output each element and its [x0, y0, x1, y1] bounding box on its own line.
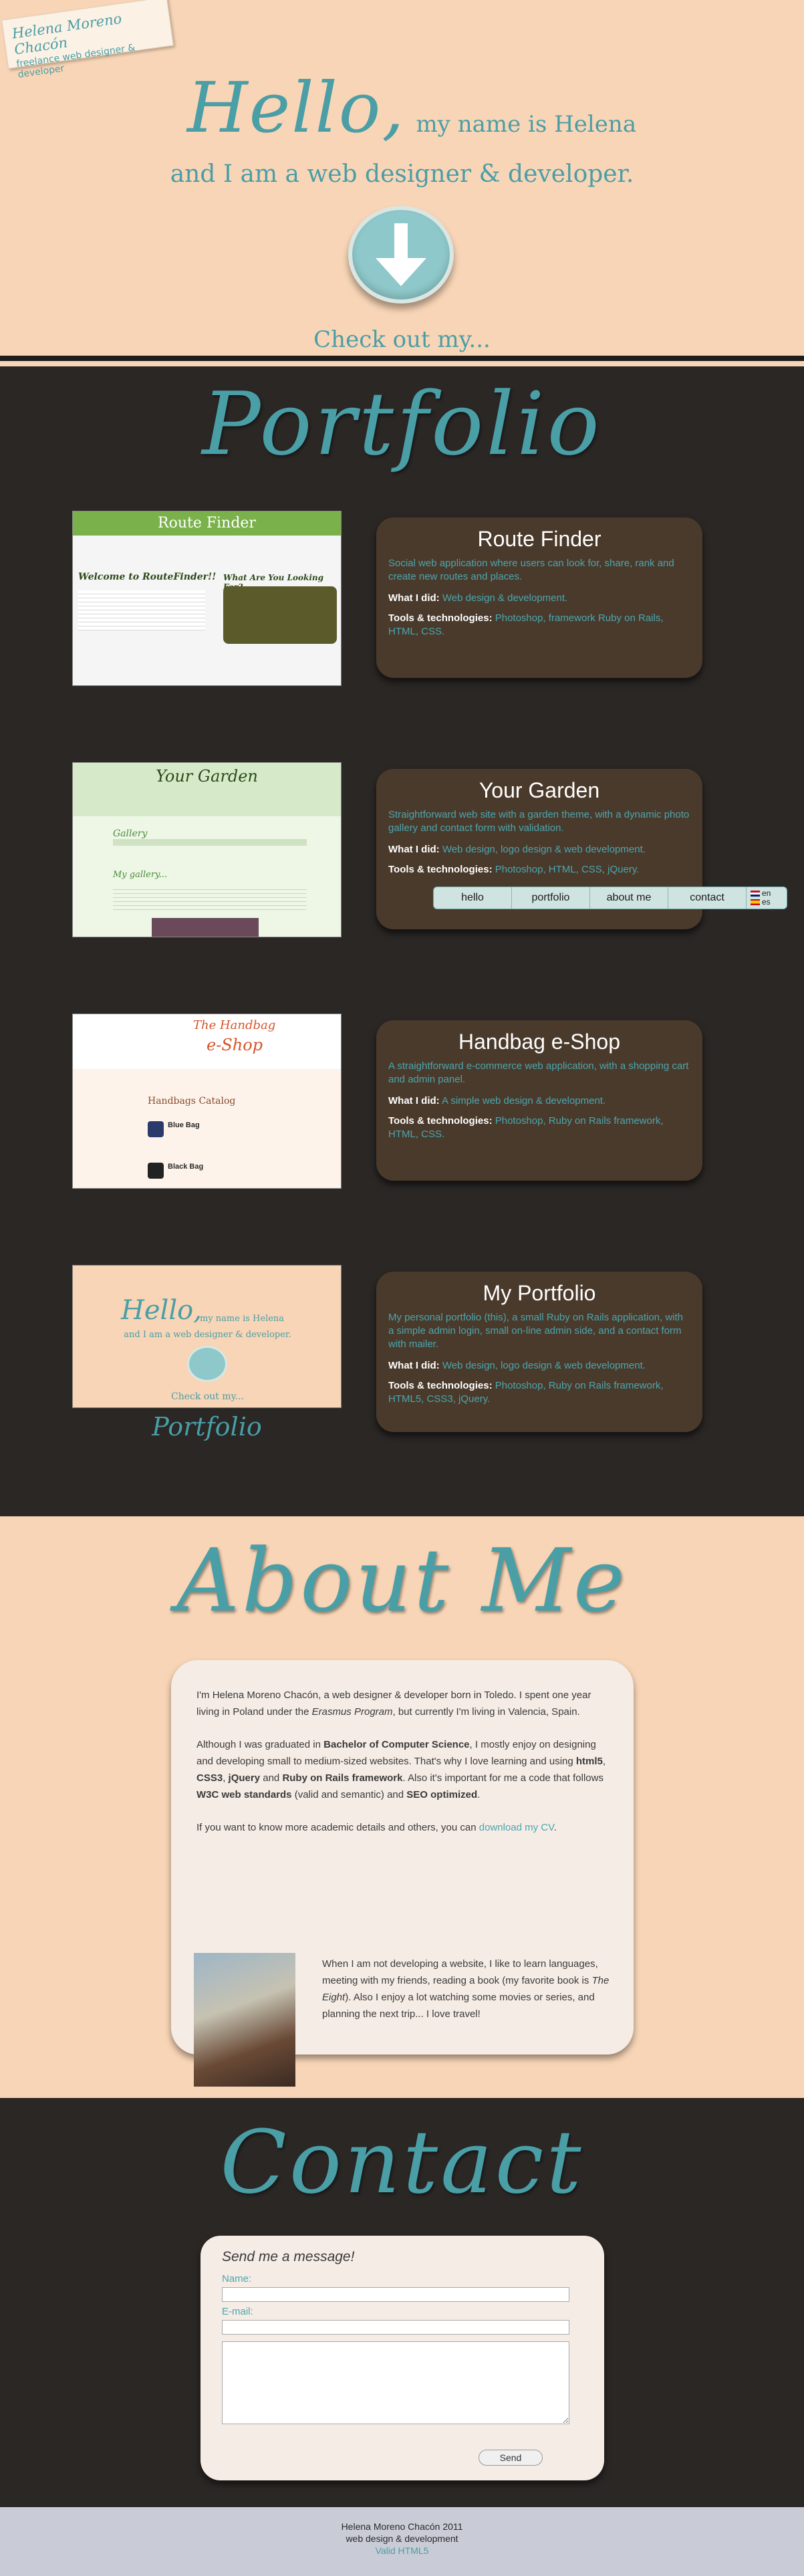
thumb-sub: My gallery... — [113, 870, 168, 880]
thumb-down-button — [187, 1346, 227, 1382]
contact-form-title: Send me a message! — [222, 2249, 355, 2264]
thumb-cta: Check out my... — [171, 1391, 244, 1402]
language-switcher: en es — [747, 887, 787, 909]
thumb-header: Route Finder — [73, 511, 341, 536]
send-button[interactable]: Send — [479, 2450, 543, 2466]
project-thumbnail[interactable]: Route Finder Welcome to RouteFinder!! Wh… — [72, 511, 342, 686]
thumb-photo — [152, 918, 259, 937]
project-description: Social web application where users can l… — [388, 558, 674, 582]
project-handbag-eshop: The Handbag e-Shop Handbags Catalog Blue… — [0, 1014, 804, 1207]
project-what: What I did: Web design, logo design & we… — [388, 1360, 646, 1371]
thumb-text-line — [113, 839, 307, 846]
project-title: My Portfolio — [483, 1281, 596, 1305]
project-card: Route Finder Social web application wher… — [376, 517, 702, 678]
hello-intro: my name is Helena — [416, 111, 637, 138]
check-out-cta[interactable]: Check out my... — [0, 326, 804, 353]
nav-item-about-me[interactable]: about me — [590, 887, 668, 909]
project-tools: Tools & technologies: Photoshop, framewo… — [388, 612, 664, 637]
about-paragraph-1: I'm Helena Moreno Chacón, a web designer… — [196, 1689, 591, 1718]
thumb-text-block — [113, 886, 307, 913]
hello-word: Hello, — [187, 67, 406, 148]
project-description: A straightforward e-commerce web applica… — [388, 1060, 689, 1085]
footer-tagline: web design & development — [346, 2533, 458, 2544]
portfolio-section: Portfolio Route Finder Welcome to RouteF… — [0, 366, 804, 1516]
project-tools: Tools & technologies: Photoshop, Ruby on… — [388, 1115, 664, 1140]
footer-copyright: Helena Moreno Chacón 2011 — [341, 2521, 463, 2532]
lang-es[interactable]: es — [751, 898, 787, 907]
nav-item-contact[interactable]: contact — [668, 887, 747, 909]
thumb-item-2: Black Bag — [168, 1163, 204, 1171]
portfolio-heading: Portfolio — [202, 373, 602, 475]
thumb-welcome: Welcome to RouteFinder!! — [78, 572, 217, 582]
hello-subline: and I am a web designer & developer. — [170, 160, 634, 188]
about-section: About Me I'm Helena Moreno Chacón, a web… — [0, 1516, 804, 2098]
project-thumbnail[interactable]: Hello, my name is Helena and I am a web … — [72, 1265, 342, 1408]
project-what: What I did: Web design & development. — [388, 592, 568, 604]
valid-html5-link[interactable]: Valid HTML5 — [0, 2545, 804, 2557]
contact-form: Send me a message! Name: E-mail: Send — [200, 2236, 604, 2480]
project-title: Handbag e-Shop — [458, 1030, 620, 1054]
project-description: My personal portfolio (this), a small Ru… — [388, 1312, 684, 1350]
about-paragraph-2: Although I was graduated in Bachelor of … — [196, 1739, 606, 1800]
hero-section: Helena Moreno Chacón freelance web desig… — [0, 0, 804, 361]
project-card: My Portfolio My personal portfolio (this… — [376, 1272, 702, 1432]
thumb-hello: Hello, — [121, 1295, 202, 1326]
profile-photo — [194, 1953, 295, 2087]
thumb-hello-rest: my name is Helena — [200, 1314, 285, 1324]
download-cv-link[interactable]: download my CV — [479, 1822, 554, 1833]
email-field[interactable] — [222, 2320, 569, 2335]
project-tools: Tools & technologies: Photoshop, HTML, C… — [388, 864, 640, 875]
name-field[interactable] — [222, 2287, 569, 2302]
hello-line: Hello, my name is Helena — [187, 67, 655, 148]
message-field[interactable] — [222, 2341, 569, 2424]
project-tools: Tools & technologies: Photoshop, Ruby on… — [388, 1380, 664, 1405]
footer: Helena Moreno Chacón 2011 web design & d… — [0, 2507, 804, 2576]
nav-item-hello[interactable]: hello — [434, 887, 512, 909]
arrow-down-icon — [376, 223, 426, 286]
thumb-sub: and I am a web designer & developer. — [124, 1330, 291, 1340]
project-what: What I did: A simple web design & develo… — [388, 1095, 606, 1106]
project-route-finder: Route Finder Welcome to RouteFinder!! Wh… — [0, 511, 804, 705]
nav-item-portfolio[interactable]: portfolio — [512, 887, 590, 909]
thumb-search-box — [223, 586, 337, 644]
thumb-bag-blue — [148, 1121, 164, 1137]
project-description: Straightforward web site with a garden t… — [388, 809, 690, 834]
project-title: Your Garden — [479, 778, 600, 802]
about-paragraph-4: When I am not developing a website, I li… — [322, 1958, 610, 2020]
project-your-garden: Your Garden Gallery My gallery... Your G… — [0, 762, 804, 956]
project-card: Handbag e-Shop A straightforward e-comme… — [376, 1020, 702, 1181]
contact-heading: Contact — [220, 2111, 584, 2213]
about-paragraph-3: If you want to know more academic detail… — [196, 1822, 557, 1833]
thumb-heading: Portfolio — [152, 1412, 262, 1441]
thumb-header-1: The Handbag — [193, 1018, 276, 1032]
uk-flag-icon — [751, 891, 760, 897]
email-label: E-mail: — [222, 2306, 253, 2317]
nav-bar: hello portfolio about me contact en es — [433, 887, 787, 909]
project-thumbnail[interactable]: Your Garden Gallery My gallery... — [72, 762, 342, 937]
about-card: I'm Helena Moreno Chacón, a web designer… — [171, 1660, 634, 2087]
about-heading: About Me — [176, 1530, 628, 1631]
thumb-header: Your Garden — [73, 763, 341, 816]
project-what: What I did: Web design, logo design & we… — [388, 844, 646, 855]
thumb-text-block — [78, 590, 205, 630]
scroll-down-button[interactable] — [348, 206, 454, 304]
thumb-catalog: Handbags Catalog — [148, 1096, 236, 1106]
name-label: Name: — [222, 2273, 252, 2285]
thumb-item-1: Blue Bag — [168, 1121, 200, 1129]
logo[interactable]: Helena Moreno Chacón freelance web desig… — [1, 0, 174, 80]
thumb-bag-black — [148, 1163, 164, 1179]
spain-flag-icon — [751, 899, 760, 906]
thumb-greeting: Gallery — [113, 828, 148, 839]
contact-section: Contact Send me a message! Name: E-mail:… — [0, 2098, 804, 2507]
project-thumbnail[interactable]: The Handbag e-Shop Handbags Catalog Blue… — [72, 1014, 342, 1189]
thumb-header-2: e-Shop — [207, 1036, 263, 1054]
project-my-portfolio: Hello, my name is Helena and I am a web … — [0, 1265, 804, 1459]
project-title: Route Finder — [477, 527, 601, 551]
